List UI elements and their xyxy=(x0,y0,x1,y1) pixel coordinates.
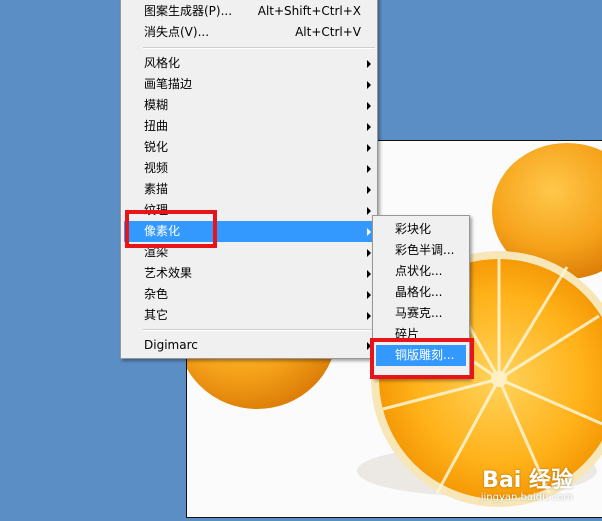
submenu-item-label: 彩色半调... xyxy=(395,243,455,257)
baidu-watermark: Bai 经验 jingyan.baidu.com xyxy=(481,462,573,503)
submenu-arrow-icon xyxy=(367,144,371,152)
submenu-arrow-icon xyxy=(367,81,371,89)
menu-item-pattern-maker[interactable]: 图案生成器(P)... Alt+Shift+Ctrl+X xyxy=(121,1,377,22)
submenu-arrow-icon xyxy=(367,291,371,299)
menu-item-label: 锐化 xyxy=(144,140,169,154)
menu-item-shortcut: Alt+Ctrl+V xyxy=(295,25,361,39)
submenu-item-label: 彩块化 xyxy=(395,222,432,236)
menu-separator xyxy=(143,47,375,49)
menu-item-distort[interactable]: 扭曲 xyxy=(121,116,377,137)
submenu-arrow-icon xyxy=(367,249,371,257)
menu-item-label: 模糊 xyxy=(144,98,169,112)
submenu-item-facet[interactable]: 彩块化 xyxy=(373,219,469,240)
menu-item-digimarc[interactable]: Digimarc xyxy=(121,335,377,356)
menu-item-brush-strokes[interactable]: 画笔描边 xyxy=(121,74,377,95)
menu-item-label: 艺术效果 xyxy=(144,266,193,280)
annotation-box-pixelate xyxy=(125,210,217,248)
menu-item-artistic[interactable]: 艺术效果 xyxy=(121,263,377,284)
filter-menu: 图案生成器(P)... Alt+Shift+Ctrl+X 消失点(V)... A… xyxy=(120,0,378,359)
menu-separator xyxy=(143,329,375,331)
watermark-brand: Bai 经验 xyxy=(482,468,573,493)
submenu-arrow-icon xyxy=(367,102,371,110)
menu-item-label: 画笔描边 xyxy=(144,77,193,91)
submenu-item-crystallize[interactable]: 晶格化... xyxy=(373,282,469,303)
menu-item-label: 素描 xyxy=(144,182,169,196)
menu-item-shortcut: Alt+Shift+Ctrl+X xyxy=(257,4,361,18)
menu-item-stylize[interactable]: 风格化 xyxy=(121,53,377,74)
submenu-arrow-icon xyxy=(367,228,371,236)
menu-item-sketch[interactable]: 素描 xyxy=(121,179,377,200)
submenu-arrow-icon xyxy=(367,60,371,68)
menu-item-blur[interactable]: 模糊 xyxy=(121,95,377,116)
menu-item-sharpen[interactable]: 锐化 xyxy=(121,137,377,158)
menu-item-video[interactable]: 视频 xyxy=(121,158,377,179)
menu-item-label: 图案生成器(P)... xyxy=(144,4,233,18)
submenu-item-mosaic[interactable]: 马赛克... xyxy=(373,303,469,324)
submenu-arrow-icon xyxy=(367,165,371,173)
submenu-item-pointillize[interactable]: 点状化... xyxy=(373,261,469,282)
menu-item-label: 消失点(V)... xyxy=(144,25,210,39)
submenu-item-color-halftone[interactable]: 彩色半调... xyxy=(373,240,469,261)
submenu-item-label: 点状化... xyxy=(395,264,443,278)
submenu-arrow-icon xyxy=(367,186,371,194)
submenu-item-label: 晶格化... xyxy=(395,285,443,299)
menu-item-label: 风格化 xyxy=(144,56,181,70)
submenu-arrow-icon xyxy=(367,207,371,215)
menu-item-vanishing-point[interactable]: 消失点(V)... Alt+Ctrl+V xyxy=(121,22,377,43)
menu-item-label: 扭曲 xyxy=(144,119,169,133)
menu-item-label: 其它 xyxy=(144,308,169,322)
submenu-item-label: 马赛克... xyxy=(395,306,443,320)
menu-item-noise[interactable]: 杂色 xyxy=(121,284,377,305)
submenu-arrow-icon xyxy=(367,312,371,320)
menu-item-label: 杂色 xyxy=(144,287,169,301)
menu-item-label: 视频 xyxy=(144,161,169,175)
submenu-arrow-icon xyxy=(367,123,371,131)
annotation-box-mezzotint xyxy=(370,338,474,379)
submenu-arrow-icon xyxy=(367,270,371,278)
menu-item-other[interactable]: 其它 xyxy=(121,305,377,326)
watermark-url: jingyan.baidu.com xyxy=(480,492,573,503)
menu-item-label: Digimarc xyxy=(144,338,198,352)
